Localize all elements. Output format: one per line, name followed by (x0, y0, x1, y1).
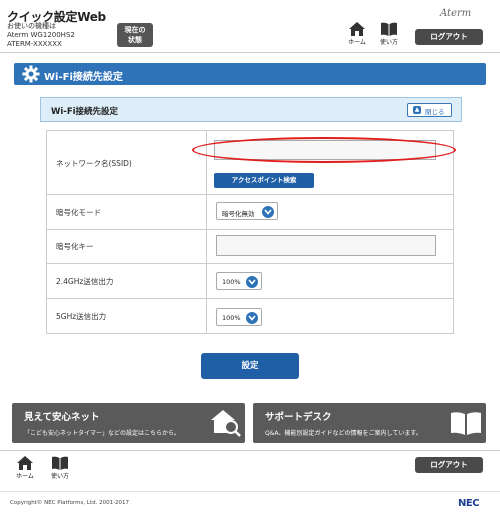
book-icon (52, 456, 68, 470)
submit-button[interactable]: 設定 (201, 353, 299, 379)
copyright: Copyright© NEC Platforms, Ltd. 2001-2017 (10, 500, 130, 506)
brand-logo: Aterm (440, 8, 472, 19)
support-desk-desc: Q&A、機能別設定ガイドなどの情報をご案内しています。 (265, 430, 422, 437)
footer-help-nav[interactable]: 使い方 (45, 456, 75, 480)
safety-net-banner[interactable]: 見えて安心ネット 「こども安心ネットタイマー」などの設定はこちらから。 (12, 403, 245, 443)
safety-net-title: 見えて安心ネット (24, 412, 100, 423)
tx-5ghz-value: 100% (222, 314, 241, 322)
tx-24ghz-select[interactable]: 100% (216, 272, 262, 290)
home-search-icon (211, 410, 241, 437)
company-logo: NEC (458, 498, 480, 509)
encryption-mode-select[interactable]: 暗号化無効 (216, 202, 278, 220)
encryption-mode-label: 暗号化モード (56, 208, 101, 217)
encryption-key-input[interactable] (216, 235, 436, 256)
support-desk-title: サポートデスク (265, 412, 332, 423)
settings-panel-header: Wi-Fi接続先設定 ▲ 閉じる (40, 97, 462, 122)
encryption-mode-value: 暗号化無効 (222, 210, 255, 218)
support-desk-banner[interactable]: サポートデスク Q&A、機能別設定ガイドなどの情報をご案内しています。 (253, 403, 486, 443)
highlight-ellipse (192, 137, 456, 163)
footer-home-nav[interactable]: ホーム (10, 456, 40, 480)
status-button-line-1: 現在の (124, 26, 146, 34)
access-point-search-button[interactable]: アクセスポイント検索 (214, 173, 314, 188)
book-icon (451, 412, 481, 435)
safety-net-desc: 「こども安心ネットタイマー」などの設定はこちらから。 (24, 430, 181, 437)
help-label: 使い方 (379, 39, 398, 46)
footer-divider (0, 450, 500, 451)
model-line-1: お使いの機種は (7, 22, 56, 30)
book-icon (381, 22, 397, 36)
logout-button[interactable]: ログアウト (415, 29, 483, 45)
chevron-down-icon (246, 312, 258, 324)
home-label: ホーム (348, 39, 366, 46)
model-line-3: ATERM-XXXXXX (7, 40, 62, 48)
tx-24ghz-label: 2.4GHz送信出力 (56, 277, 114, 286)
status-button-line-2: 状態 (128, 36, 142, 44)
chevron-up-icon: ▲ (413, 106, 421, 114)
encryption-key-label: 暗号化キー (56, 242, 94, 251)
footer-help-label: 使い方 (50, 473, 69, 480)
bottom-divider (0, 491, 500, 492)
tx-5ghz-select[interactable]: 100% (216, 308, 262, 326)
home-nav[interactable]: ホーム (342, 22, 372, 46)
help-nav[interactable]: 使い方 (374, 22, 404, 46)
model-line-2: Aterm WG1200HS2 (7, 31, 75, 39)
home-icon (349, 22, 365, 36)
panel-title: Wi-Fi接続先設定 (51, 107, 119, 117)
collapse-button[interactable]: ▲ 閉じる (407, 103, 452, 117)
section-title: Wi-Fi接続先設定 (44, 72, 123, 83)
header-divider (0, 52, 500, 53)
tx-24ghz-value: 100% (222, 278, 241, 286)
ssid-label: ネットワーク名(SSID) (56, 159, 132, 168)
chevron-down-icon (246, 276, 258, 288)
gear-icon (22, 65, 40, 83)
section-title-bar: Wi-Fi接続先設定 (14, 63, 486, 85)
footer-logout-button[interactable]: ログアウト (415, 457, 483, 473)
chevron-down-icon (262, 206, 274, 218)
home-icon (17, 456, 33, 470)
current-status-button[interactable]: 現在の 状態 (117, 23, 153, 47)
model-info: お使いの機種は Aterm WG1200HS2 ATERM-XXXXXX (7, 22, 75, 49)
collapse-label: 閉じる (425, 108, 445, 116)
footer-home-label: ホーム (16, 473, 34, 480)
tx-5ghz-label: 5GHz送信出力 (56, 312, 107, 321)
